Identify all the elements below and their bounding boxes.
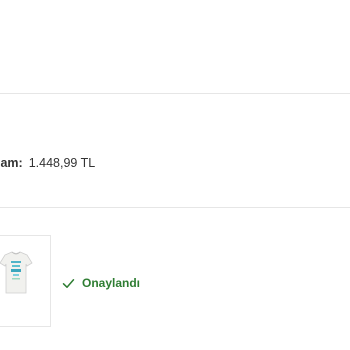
- product-card[interactable]: [0, 235, 51, 327]
- order-detail-panel: lam: 1.448,99 TL Onaylandı: [0, 0, 350, 350]
- order-item-status: Onaylandı: [62, 276, 140, 290]
- tshirt-thumbnail[interactable]: [0, 251, 33, 295]
- order-total-label: lam:: [0, 156, 23, 170]
- order-total-value: 1.448,99 TL: [28, 156, 96, 170]
- section-divider-top: [0, 93, 350, 94]
- order-total-row: lam: 1.448,99 TL: [0, 156, 95, 170]
- status-text: Onaylandı: [82, 276, 141, 290]
- check-icon: [62, 278, 75, 288]
- section-divider-middle: [0, 207, 350, 208]
